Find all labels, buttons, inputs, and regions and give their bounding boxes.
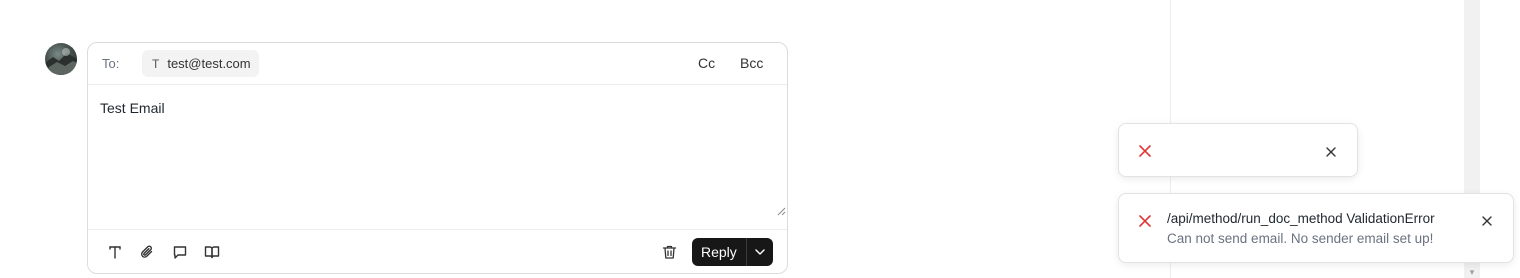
email-composer: To: T test@test.com Cc Bcc Test Email Re…: [87, 42, 788, 274]
template-icon[interactable]: [202, 242, 222, 262]
avatar: [45, 43, 77, 75]
composer-toolbar: Reply: [88, 229, 787, 274]
error-icon: [1137, 213, 1153, 229]
recipient-email: test@test.com: [167, 56, 251, 71]
error-toast: /api/method/run_doc_method ValidationErr…: [1118, 193, 1514, 263]
text-format-icon[interactable]: [105, 242, 125, 262]
recipients-row: To: T test@test.com Cc Bcc: [88, 43, 787, 85]
bcc-button[interactable]: Bcc: [740, 55, 763, 71]
reply-button-group: Reply: [692, 238, 773, 266]
message-editor[interactable]: Test Email: [88, 86, 787, 228]
cc-button[interactable]: Cc: [698, 55, 715, 71]
close-icon[interactable]: [1481, 214, 1493, 226]
reply-button[interactable]: Reply: [692, 238, 746, 266]
error-icon: [1137, 143, 1153, 159]
recipient-initial: T: [152, 56, 160, 71]
toast-title: /api/method/run_doc_method ValidationErr…: [1167, 211, 1435, 226]
to-label: To:: [102, 56, 120, 71]
scroll-down-icon[interactable]: ▾: [1464, 266, 1480, 278]
resize-handle-icon[interactable]: [776, 203, 786, 216]
comment-icon[interactable]: [170, 242, 190, 262]
trash-icon[interactable]: [659, 242, 679, 262]
attachment-icon[interactable]: [137, 242, 157, 262]
message-body: Test Email: [100, 100, 165, 116]
error-toast: [1118, 123, 1358, 177]
recipient-chip[interactable]: T test@test.com: [142, 50, 259, 77]
chevron-down-icon[interactable]: [745, 238, 773, 266]
toast-message: Can not send email. No sender email set …: [1167, 231, 1434, 246]
close-icon[interactable]: [1325, 145, 1337, 157]
